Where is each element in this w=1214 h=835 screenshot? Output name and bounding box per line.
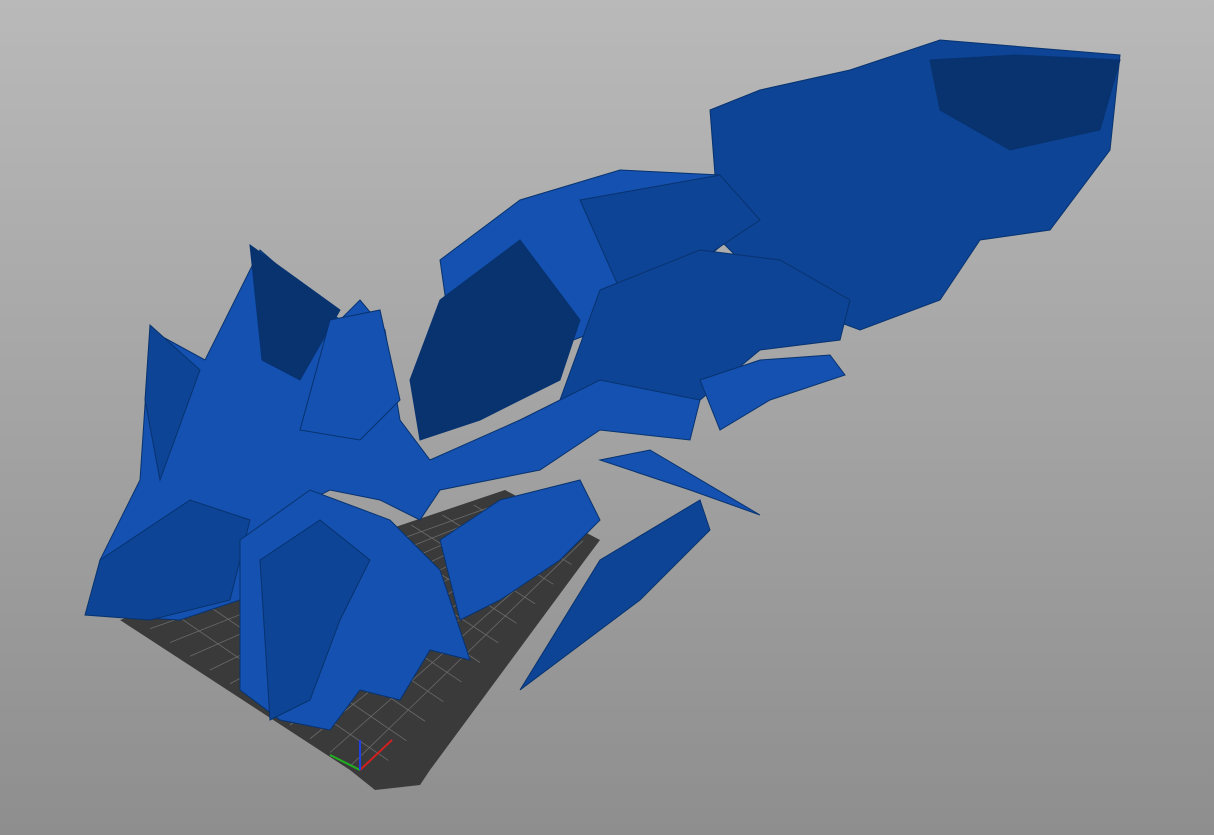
model-part[interactable] — [598, 449, 761, 516]
model-parts[interactable] — [84, 39, 1121, 731]
3d-viewport[interactable] — [0, 0, 1214, 835]
scene[interactable] — [0, 0, 1214, 835]
